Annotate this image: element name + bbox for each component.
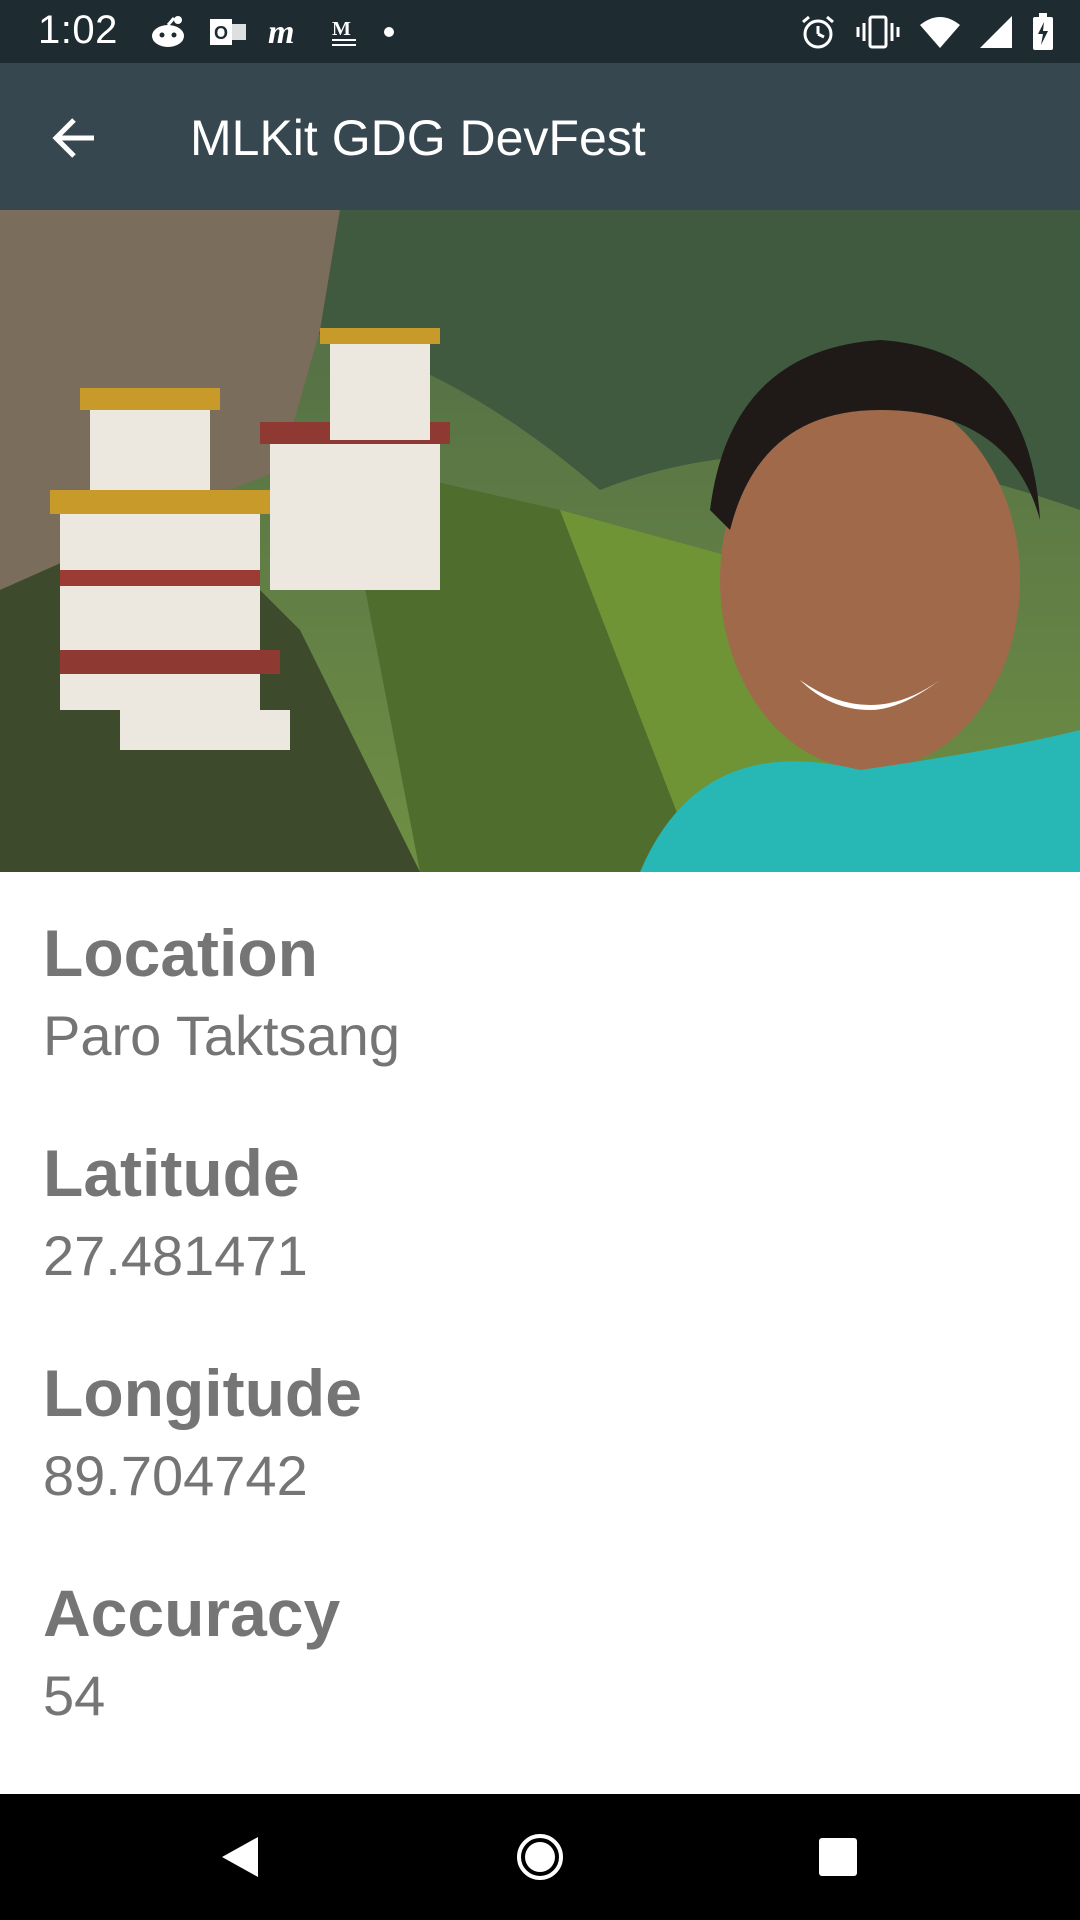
latitude-value: 27.481471	[43, 1224, 308, 1287]
nav-recents-button[interactable]	[798, 1822, 878, 1892]
medium-icon: m	[268, 15, 308, 49]
status-bar: 1:02 O m M	[0, 0, 1080, 63]
accuracy-label: Accuracy	[43, 1576, 341, 1650]
svg-text:m: m	[268, 15, 294, 49]
back-button[interactable]	[34, 103, 114, 173]
app-bar: MLKit GDG DevFest	[0, 63, 1080, 210]
outlook-icon: O	[210, 15, 246, 49]
vibrate-icon	[856, 14, 900, 50]
nav-back-button[interactable]	[200, 1822, 280, 1892]
battery-charging-icon	[1032, 13, 1054, 51]
nav-back-icon	[218, 1833, 262, 1881]
nav-recents-icon	[817, 1836, 859, 1878]
latitude-label: Latitude	[43, 1136, 300, 1210]
location-value: Paro Taktsang	[43, 1004, 400, 1067]
gmail-icon: M	[330, 15, 360, 49]
accuracy-field: Accuracy 54	[43, 1580, 1043, 1800]
latitude-field: Latitude 27.481471	[43, 1140, 1043, 1360]
notification-icons: O m M	[148, 12, 396, 52]
location-field: Location Paro Taktsang	[43, 920, 1043, 1140]
longitude-field: Longitude 89.704742	[43, 1360, 1043, 1580]
nav-home-button[interactable]	[500, 1822, 580, 1892]
arrow-back-icon	[50, 116, 98, 160]
system-icons	[800, 12, 1054, 52]
dot-icon	[382, 25, 396, 39]
signal-icon	[980, 16, 1012, 48]
navigation-bar	[0, 1794, 1080, 1920]
wifi-icon	[920, 16, 960, 48]
svg-text:M: M	[332, 18, 351, 40]
longitude-value: 89.704742	[43, 1444, 308, 1507]
reddit-icon	[148, 14, 188, 50]
location-details: Location Paro Taktsang Latitude 27.48147…	[43, 920, 1043, 1800]
landmark-photo	[0, 210, 1080, 872]
location-label: Location	[43, 916, 318, 990]
svg-text:O: O	[214, 23, 228, 43]
alarm-icon	[800, 14, 836, 50]
accuracy-value: 54	[43, 1664, 106, 1727]
app-title: MLKit GDG DevFest	[190, 110, 646, 166]
status-time: 1:02	[38, 8, 118, 52]
longitude-label: Longitude	[43, 1356, 362, 1430]
nav-home-icon	[515, 1832, 565, 1882]
